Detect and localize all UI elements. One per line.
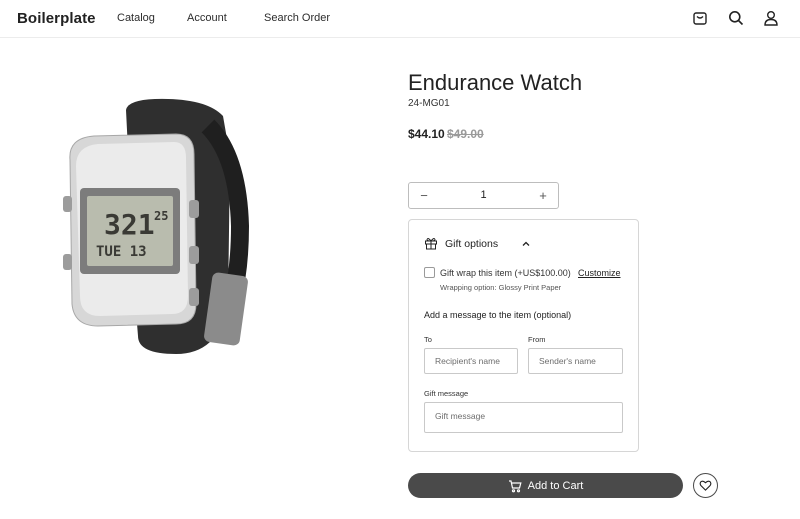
nav-catalog[interactable]: Catalog: [117, 12, 155, 24]
heart-icon: [699, 480, 712, 491]
product-title: Endurance Watch: [408, 70, 583, 95]
search-icon[interactable]: [727, 9, 745, 27]
site-header: Boilerplate Catalog Account Search Order: [0, 0, 800, 38]
chevron-up-icon: [522, 241, 530, 246]
product-image: 321 25 TUE 13: [58, 96, 258, 358]
svg-text:321: 321: [104, 208, 155, 241]
add-to-cart-button[interactable]: Add to Cart: [408, 473, 683, 498]
nav-search-order[interactable]: Search Order: [264, 12, 330, 24]
svg-text:TUE 13: TUE 13: [96, 244, 147, 260]
nav-account[interactable]: Account: [187, 12, 227, 24]
gift-options-panel: Gift options Gift wrap this item (+US$10…: [408, 219, 639, 452]
add-to-cart-label: Add to Cart: [527, 479, 584, 492]
gift-wrap-label: Gift wrap this item (+US$100.00): [440, 268, 571, 278]
gift-message-heading: Add a message to the item (optional): [424, 310, 572, 320]
wrapping-option-text: Wrapping option: Glossy Print Paper: [440, 283, 562, 292]
site-logo[interactable]: Boilerplate: [17, 10, 96, 27]
cart-icon[interactable]: [691, 9, 709, 27]
wishlist-button[interactable]: [693, 473, 718, 498]
quantity-stepper: − 1 +: [408, 182, 559, 209]
increment-button[interactable]: +: [528, 183, 558, 208]
sender-name-input[interactable]: [528, 348, 623, 374]
gift-wrap-checkbox[interactable]: [424, 267, 435, 278]
user-icon[interactable]: [762, 9, 780, 27]
from-label: From: [528, 335, 546, 344]
gift-options-title: Gift options: [445, 238, 499, 250]
gift-message-label: Gift message: [424, 389, 469, 398]
svg-text:25: 25: [154, 209, 168, 223]
gift-message-input[interactable]: [424, 402, 623, 433]
watch-illustration: 321 25 TUE 13: [63, 98, 250, 354]
to-label: To: [424, 335, 432, 344]
product-sku: 24-MG01: [408, 98, 450, 109]
cart-icon: [508, 479, 522, 492]
quantity-value[interactable]: 1: [439, 189, 528, 201]
customize-link[interactable]: Customize: [578, 268, 621, 278]
product-old-price: $49.00: [447, 127, 484, 141]
gift-icon: [425, 238, 437, 250]
decrement-button[interactable]: −: [409, 183, 439, 208]
recipient-name-input[interactable]: [424, 348, 518, 374]
product-price: $44.10: [408, 127, 445, 141]
